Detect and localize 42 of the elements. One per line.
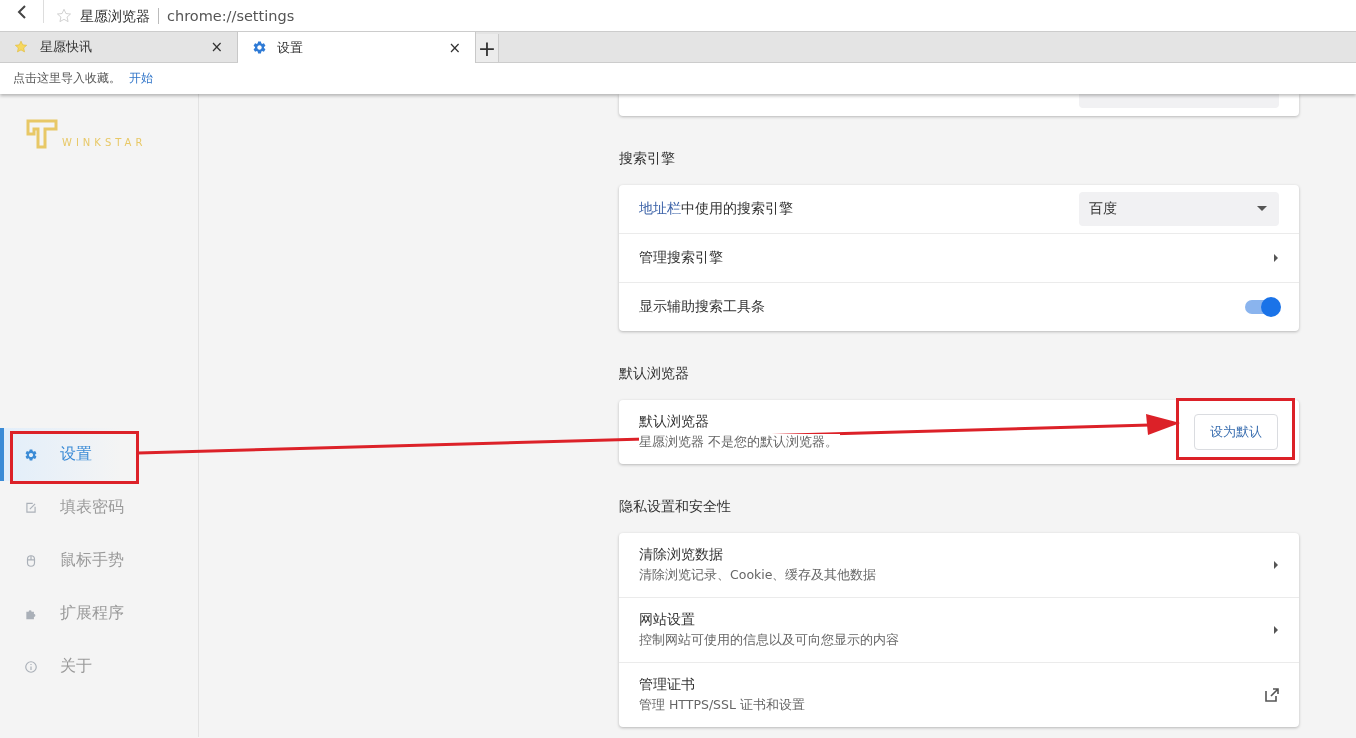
star-icon — [56, 7, 72, 24]
section-heading: 搜索引擎 — [619, 149, 676, 168]
mouse-icon — [24, 553, 38, 568]
logo-icon — [26, 118, 58, 150]
gear-icon — [24, 447, 38, 462]
row-description: 星愿浏览器 不是您的默认浏览器。 — [639, 434, 840, 451]
row-description: 管理 HTTPS/SSL 证书和设置 — [639, 697, 807, 714]
gear-icon — [252, 40, 267, 55]
new-tab-button[interactable]: + — [476, 34, 499, 62]
row-label: 网站设置 — [639, 611, 696, 629]
edit-icon — [24, 500, 38, 515]
import-message: 点击这里导入收藏。 — [13, 70, 121, 87]
row-label: 清除浏览数据 — [639, 546, 724, 564]
back-icon[interactable] — [16, 4, 27, 19]
section-heading: 隐私设置和安全性 — [619, 497, 732, 516]
tab-title: 设置 — [277, 38, 304, 57]
row-description: 控制网站可使用的信息以及可向您显示的内容 — [639, 632, 901, 649]
search-engine-dropdown[interactable]: 百度 — [1079, 192, 1279, 226]
section-heading: 默认浏览器 — [619, 364, 690, 383]
row-label: 地址栏中使用的搜索引擎 — [639, 200, 793, 218]
address-bar-link[interactable]: 地址栏 — [639, 200, 681, 216]
start-link[interactable]: 开始 — [129, 70, 153, 87]
row-label: 管理搜索引擎 — [639, 249, 723, 267]
caret-icon — [1257, 206, 1267, 212]
close-button[interactable]: × — [210, 38, 223, 56]
chevron-right-icon[interactable] — [1273, 625, 1279, 635]
close-button[interactable]: × — [448, 38, 461, 57]
set-default-button[interactable]: 设为默认 — [1194, 414, 1278, 450]
info-icon — [24, 659, 38, 674]
chevron-right-icon[interactable] — [1273, 560, 1279, 570]
row-label: 管理证书 — [639, 676, 696, 694]
browser-tab[interactable]: 设置 × — [238, 32, 476, 63]
external-link-icon[interactable] — [1265, 688, 1279, 702]
row-label: 显示辅助搜索工具条 — [639, 298, 765, 316]
chevron-right-icon[interactable] — [1273, 253, 1279, 263]
row-label: 默认浏览器 — [639, 413, 710, 431]
site-name: 星愿浏览器 — [80, 7, 159, 24]
star-icon — [14, 40, 28, 54]
logo-text: WINKSTAR — [62, 137, 147, 148]
url-field[interactable]: chrome://settings — [167, 7, 295, 24]
tab-title: 星愿快讯 — [40, 38, 93, 56]
row-description: 清除浏览记录、Cookie、缓存及其他数据 — [639, 567, 879, 584]
